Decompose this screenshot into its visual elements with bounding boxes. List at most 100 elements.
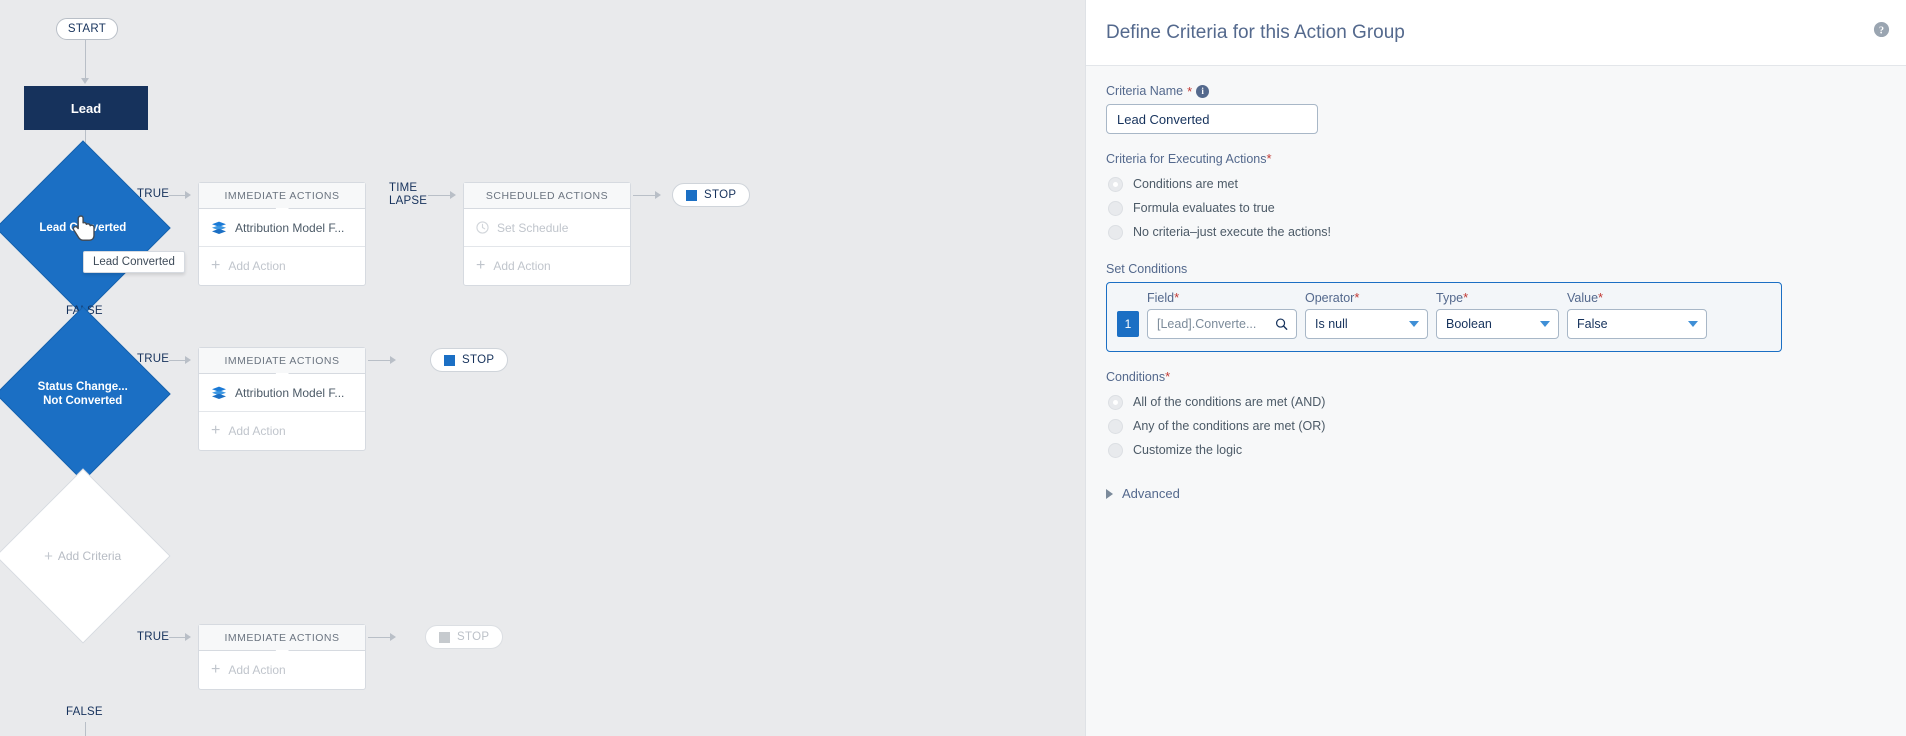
condition-type-select[interactable]: Boolean: [1436, 309, 1559, 339]
radio-label: Conditions are met: [1133, 177, 1238, 191]
set-schedule-button[interactable]: Set Schedule: [464, 209, 630, 247]
plus-icon: +: [476, 258, 485, 274]
required-asterisk: *: [1267, 151, 1272, 166]
stop-node-1[interactable]: STOP: [672, 183, 750, 207]
set-conditions-table: Field* Operator* Type* Value* 1 [Lead].C…: [1106, 282, 1782, 352]
required-asterisk: *: [1598, 290, 1603, 305]
radio-icon[interactable]: [1108, 201, 1123, 216]
radio-icon[interactable]: [1108, 177, 1123, 192]
column-header-field-text: Field: [1147, 291, 1174, 305]
start-label: START: [68, 23, 106, 35]
action-item-label: Attribution Model F...: [235, 221, 344, 235]
radio-icon[interactable]: [1108, 395, 1123, 410]
condition-value-select[interactable]: False: [1567, 309, 1707, 339]
radio-formula-evaluates-to-true[interactable]: Formula evaluates to true: [1106, 196, 1886, 220]
process-canvas[interactable]: START Lead Lead Converted TRUE IMMEDIATE…: [0, 0, 1085, 736]
chevron-right-icon: [1106, 489, 1113, 499]
immediate-actions-group-1[interactable]: IMMEDIATE ACTIONS Attribution Model F...…: [198, 182, 366, 286]
criteria-label-line2: Not Converted: [43, 395, 122, 407]
stop-node-2[interactable]: STOP: [430, 348, 508, 372]
info-icon[interactable]: i: [1196, 85, 1209, 98]
condition-row: 1 [Lead].Converte... Is null Boolean: [1117, 309, 1771, 339]
criteria-for-executing-radiogroup: Conditions are met Formula evaluates to …: [1106, 172, 1886, 244]
criteria-node-status-change[interactable]: Status Change... Not Converted: [0, 306, 171, 481]
set-schedule-label: Set Schedule: [497, 221, 568, 235]
add-criteria-label-wrap: + Add Criteria: [22, 549, 144, 564]
add-action-button[interactable]: + Add Action: [199, 412, 365, 450]
criteria-name-label-text: Criteria Name: [1106, 84, 1183, 98]
immediate-actions-header: IMMEDIATE ACTIONS: [199, 625, 365, 651]
condition-row-number: 1: [1117, 311, 1139, 337]
connector-arrow: [390, 633, 396, 641]
plus-icon: +: [211, 662, 220, 678]
immediate-actions-group-2[interactable]: IMMEDIATE ACTIONS Attribution Model F...…: [198, 347, 366, 451]
immediate-actions-header: IMMEDIATE ACTIONS: [199, 183, 365, 209]
attribution-stack-icon: [211, 221, 227, 235]
add-action-label: Add Action: [228, 259, 285, 273]
svg-text:?: ?: [1879, 25, 1884, 36]
branch-label-true: TRUE: [137, 631, 169, 643]
stop-square-icon: [444, 355, 455, 366]
object-node-lead[interactable]: Lead: [24, 86, 148, 130]
stop-square-icon: [686, 190, 697, 201]
add-action-button[interactable]: + Add Action: [464, 247, 630, 285]
panel-header: Define Criteria for this Action Group ?: [1086, 0, 1906, 66]
criteria-node-label: Status Change... Not Converted: [22, 380, 144, 409]
immediate-actions-body: Attribution Model F... + Add Action: [199, 374, 365, 450]
criteria-side-panel: Define Criteria for this Action Group ? …: [1085, 0, 1906, 736]
criteria-name-input[interactable]: [1106, 104, 1318, 134]
connector-start-to-object: [85, 40, 86, 78]
plus-icon: +: [211, 423, 220, 439]
required-asterisk: *: [1187, 85, 1192, 98]
help-icon[interactable]: ?: [1873, 21, 1890, 38]
connector-to-stop-1: [633, 195, 657, 196]
condition-operator-select[interactable]: Is null: [1305, 309, 1428, 339]
mouse-cursor-pointer-icon: [72, 214, 98, 246]
radio-label: No criteria–just execute the actions!: [1133, 225, 1331, 239]
immediate-actions-group-3[interactable]: IMMEDIATE ACTIONS + Add Action: [198, 624, 366, 690]
time-lapse-line1: TIME: [389, 182, 417, 194]
add-action-label: Add Action: [228, 424, 285, 438]
criteria-for-executing-label-text: Criteria for Executing Actions: [1106, 152, 1267, 166]
radio-icon[interactable]: [1108, 443, 1123, 458]
radio-label: Formula evaluates to true: [1133, 201, 1275, 215]
time-lapse-label: TIME LAPSE: [389, 182, 427, 208]
condition-field-select[interactable]: [Lead].Converte...: [1147, 309, 1297, 339]
chevron-down-icon: [1409, 321, 1419, 327]
radio-customize-logic[interactable]: Customize the logic: [1106, 438, 1886, 462]
radio-icon[interactable]: [1108, 225, 1123, 240]
advanced-disclosure[interactable]: Advanced: [1106, 486, 1886, 501]
search-icon[interactable]: [1275, 318, 1288, 331]
connector-false-3: [85, 722, 86, 736]
criteria-label-line1: Status Change...: [38, 381, 128, 393]
add-action-button[interactable]: + Add Action: [199, 247, 365, 285]
immediate-actions-header: IMMEDIATE ACTIONS: [199, 348, 365, 374]
condition-operator-value: Is null: [1315, 317, 1348, 331]
start-node: START: [56, 18, 118, 40]
column-header-value-text: Value: [1567, 291, 1598, 305]
add-criteria-node[interactable]: + Add Criteria: [0, 468, 171, 643]
radio-all-conditions-and[interactable]: All of the conditions are met (AND): [1106, 390, 1886, 414]
required-asterisk: *: [1354, 290, 1359, 305]
radio-any-conditions-or[interactable]: Any of the conditions are met (OR): [1106, 414, 1886, 438]
radio-icon[interactable]: [1108, 419, 1123, 434]
action-item-label: Attribution Model F...: [235, 386, 344, 400]
stop-node-3[interactable]: STOP: [425, 625, 503, 649]
column-header-type-text: Type: [1436, 291, 1463, 305]
column-header-type: Type*: [1436, 291, 1567, 305]
radio-conditions-are-met[interactable]: Conditions are met: [1106, 172, 1886, 196]
scheduled-actions-group[interactable]: SCHEDULED ACTIONS Set Schedule + Add Act…: [463, 182, 631, 286]
object-node-label: Lead: [71, 101, 101, 116]
required-asterisk: *: [1165, 369, 1170, 384]
connector-arrow: [185, 633, 191, 641]
page-title: Define Criteria for this Action Group: [1106, 22, 1405, 44]
condition-type-value: Boolean: [1446, 317, 1492, 331]
set-conditions-label: Set Conditions: [1106, 262, 1886, 276]
column-header-operator: Operator*: [1305, 291, 1436, 305]
condition-field-value: [Lead].Converte...: [1157, 317, 1256, 331]
radio-label: All of the conditions are met (AND): [1133, 395, 1325, 409]
attribution-stack-icon: [211, 386, 227, 400]
connector-arrow: [450, 191, 456, 199]
radio-no-criteria[interactable]: No criteria–just execute the actions!: [1106, 220, 1886, 244]
stop-label: STOP: [704, 189, 736, 201]
